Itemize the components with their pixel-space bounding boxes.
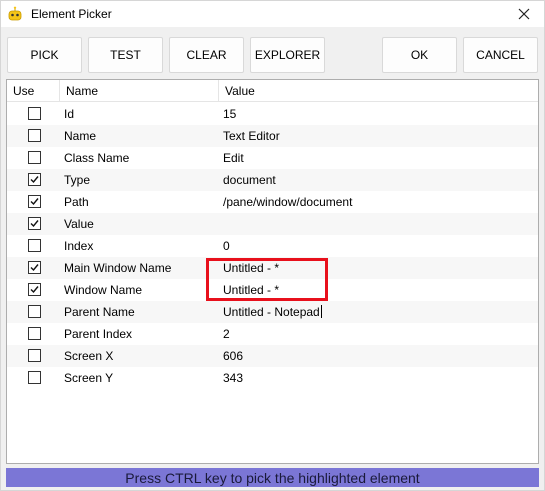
pick-button[interactable]: PICK [7,37,82,73]
table-row[interactable]: Parent Name Untitled - Notepad [7,301,538,323]
property-value[interactable]: 0 [223,235,230,257]
property-value[interactable]: Untitled - Notepad [223,301,322,323]
property-name: Index [64,239,94,253]
test-button[interactable]: TEST [88,37,163,73]
text-caret [320,305,322,318]
checkmark-icon [30,286,39,294]
window-title: Element Picker [31,7,112,21]
checkmark-icon [30,176,39,184]
property-value[interactable]: 15 [223,103,236,125]
use-checkbox[interactable] [28,129,41,142]
property-value[interactable]: 343 [223,367,243,389]
column-header-value[interactable]: Value [219,80,540,102]
use-checkbox[interactable] [28,327,41,340]
use-checkbox[interactable] [28,349,41,362]
property-name: Screen X [64,349,114,363]
property-name: Window Name [64,283,143,297]
property-name: Parent Name [64,305,135,319]
checkmark-icon [30,198,39,206]
table-row[interactable]: Screen Y 343 [7,367,538,389]
property-name: Name [64,129,97,143]
ok-button[interactable]: OK [382,37,457,73]
use-checkbox[interactable] [28,107,41,120]
property-value[interactable]: document [223,169,276,191]
table-row[interactable]: Value [7,213,538,235]
cancel-button[interactable]: CANCEL [463,37,538,73]
close-button[interactable] [512,3,536,25]
column-header-use[interactable]: Use [7,80,60,102]
use-checkbox[interactable] [28,217,41,230]
table-row[interactable]: Type document [7,169,538,191]
table-row[interactable]: Path/pane/window/document [7,191,538,213]
highlight-box [206,258,328,301]
use-checkbox[interactable] [28,371,41,384]
property-name: Type [64,173,91,187]
property-value[interactable]: 606 [223,345,243,367]
close-icon [518,8,530,20]
property-name: Main Window Name [64,261,172,275]
table-row[interactable]: Name Text Editor [7,125,538,147]
use-checkbox[interactable] [28,283,41,296]
property-name: Parent Index [64,327,133,341]
use-checkbox[interactable] [28,151,41,164]
toolbar: PICK TEST CLEAR EXPLORER OK CANCEL [1,35,544,75]
clear-button[interactable]: CLEAR [169,37,244,73]
table-header: Use Name Value [7,80,538,102]
use-checkbox[interactable] [28,195,41,208]
table-row[interactable]: Parent Index 2 [7,323,538,345]
property-name: Value [64,217,94,231]
table-row[interactable]: Screen X 606 [7,345,538,367]
property-name: Id [64,107,75,121]
table-row[interactable]: Index 0 [7,235,538,257]
title-bar: Element Picker [1,1,544,27]
table-row[interactable]: Class Name Edit [7,147,538,169]
element-picker-window: Element Picker PICK TEST CLEAR EXPLORER … [0,0,545,491]
robot-icon [7,6,23,22]
property-value[interactable]: Edit [223,147,244,169]
column-header-name[interactable]: Name [60,80,219,102]
table-row[interactable]: Id 15 [7,103,538,125]
checkmark-icon [30,264,39,272]
property-value[interactable]: Text Editor [223,125,280,147]
property-name: Screen Y [64,371,114,385]
checkmark-icon [30,220,39,228]
use-checkbox[interactable] [28,305,41,318]
property-value[interactable]: 2 [223,323,230,345]
use-checkbox[interactable] [28,261,41,274]
explorer-button[interactable]: EXPLORER [250,37,325,73]
use-checkbox[interactable] [28,239,41,252]
property-name: Path [64,195,89,209]
property-name: Class Name [64,151,130,165]
status-bar: Press CTRL key to pick the highlighted e… [6,468,539,487]
property-value[interactable]: /pane/window/document [223,191,352,213]
use-checkbox[interactable] [28,173,41,186]
